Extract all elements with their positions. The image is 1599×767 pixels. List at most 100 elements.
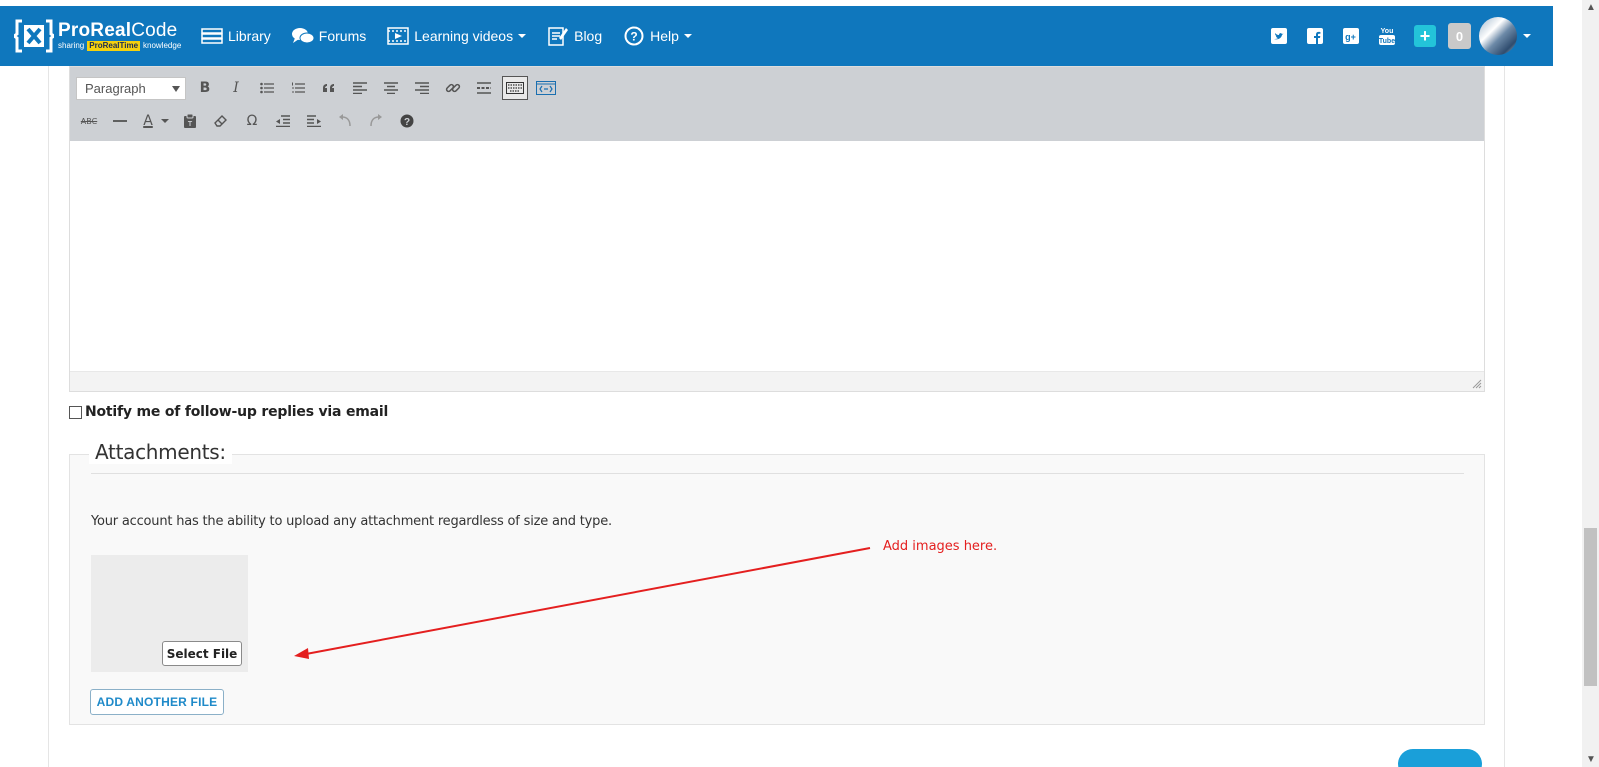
align-left-button[interactable] — [347, 76, 373, 100]
toolbar-toggle-button[interactable] — [502, 76, 528, 100]
link-icon — [445, 83, 461, 93]
clipboard-icon: T — [184, 113, 196, 128]
format-select[interactable]: Paragraph — [76, 76, 186, 100]
align-center-button[interactable] — [378, 76, 404, 100]
align-right-button[interactable] — [409, 76, 435, 100]
bold-button[interactable]: B — [192, 76, 218, 100]
special-character-button[interactable]: Ω — [239, 109, 265, 133]
paste-text-button[interactable]: T — [177, 109, 203, 133]
distraction-free-button[interactable] — [533, 76, 559, 100]
svg-text:T: T — [188, 121, 193, 128]
horizontal-line-icon — [113, 120, 127, 122]
site-logo[interactable]: ProRealCode sharing ProRealTime knowledg… — [11, 16, 182, 56]
nav-forums[interactable]: Forums — [291, 26, 366, 46]
svg-text:g+: g+ — [1345, 32, 1356, 42]
chevron-down-icon — [172, 85, 180, 92]
scroll-up-arrow-icon[interactable]: ▲ — [1586, 2, 1596, 13]
chevron-down-icon — [161, 119, 169, 123]
fullscreen-icon — [536, 81, 556, 95]
notify-label: Notify me of follow-up replies via email — [85, 404, 389, 420]
facebook-icon[interactable] — [1306, 27, 1324, 45]
nav-learning-videos-label: Learning videos — [414, 28, 514, 44]
bullet-list-button[interactable] — [254, 76, 280, 100]
logo-mark-icon — [11, 19, 57, 53]
notify-checkbox[interactable] — [69, 405, 82, 419]
blockquote-icon — [323, 84, 334, 92]
nav-blog[interactable]: Blog — [546, 26, 602, 46]
nav-learning-videos[interactable]: Learning videos — [386, 26, 527, 46]
text-color-icon: A — [143, 113, 153, 129]
help-icon: ? — [622, 26, 646, 46]
twitter-icon[interactable] — [1270, 27, 1288, 45]
clear-formatting-button[interactable] — [208, 109, 234, 133]
bold-icon: B — [199, 80, 211, 96]
video-icon — [386, 26, 410, 46]
notify-replies-option[interactable]: Notify me of follow-up replies via email — [69, 404, 388, 420]
add-content-button[interactable]: + — [1414, 25, 1436, 47]
toolbar-row-2: ABC A T Ω ? — [76, 109, 425, 133]
editor-content-area[interactable] — [70, 141, 1484, 371]
redo-button[interactable] — [363, 109, 389, 133]
nav-library-label: Library — [228, 28, 271, 44]
avatar[interactable] — [1479, 17, 1517, 55]
strikethrough-button[interactable]: ABC — [76, 109, 102, 133]
add-another-file-button[interactable]: ADD ANOTHER FILE — [90, 689, 224, 715]
header-actions: g+ You Tube + 0 — [1252, 6, 1531, 66]
svg-text:?: ? — [630, 30, 637, 44]
insert-link-button[interactable] — [440, 76, 466, 100]
italic-button[interactable]: I — [223, 76, 249, 100]
blockquote-button[interactable] — [316, 76, 342, 100]
undo-button[interactable] — [332, 109, 358, 133]
svg-text:You: You — [1381, 28, 1394, 35]
logo-title-light: Code — [131, 20, 178, 41]
plus-icon: + — [1419, 25, 1431, 46]
scroll-thumb[interactable] — [1584, 528, 1597, 686]
keyboard-icon — [506, 82, 524, 94]
text-color-button[interactable]: A — [138, 109, 158, 133]
align-left-icon — [353, 82, 367, 94]
scroll-down-arrow-icon[interactable]: ▼ — [1586, 754, 1596, 765]
notification-count-badge[interactable]: 0 — [1448, 23, 1471, 49]
indent-button[interactable] — [301, 109, 327, 133]
undo-icon — [339, 114, 351, 127]
select-file-button[interactable]: Select File — [162, 641, 242, 666]
eraser-icon — [214, 115, 227, 127]
align-right-icon — [415, 82, 429, 94]
omega-icon: Ω — [246, 113, 258, 129]
format-select-value: Paragraph — [85, 80, 146, 96]
toolbar-row-1: Paragraph B I — [76, 76, 564, 100]
logo-title-bold: ProReal — [58, 20, 132, 41]
google-plus-icon[interactable]: g+ — [1342, 27, 1360, 45]
chevron-down-icon — [683, 34, 692, 38]
italic-icon: I — [233, 80, 239, 96]
outdent-button[interactable] — [270, 109, 296, 133]
chevron-down-icon — [518, 34, 527, 38]
file-upload-dropzone[interactable]: Select File — [91, 555, 248, 672]
redo-icon — [370, 114, 382, 127]
attachments-info-text: Your account has the ability to upload a… — [91, 514, 612, 529]
logo-sub-right: knowledge — [143, 41, 182, 50]
editor-toolbar: Paragraph B I ABC A T Ω ? — [70, 67, 1484, 141]
numbered-list-button[interactable] — [285, 76, 311, 100]
nav-library[interactable]: Library — [200, 26, 271, 46]
keyboard-shortcuts-button[interactable]: ? — [394, 109, 420, 133]
text-color-dropdown[interactable] — [158, 109, 172, 133]
forums-icon — [291, 26, 315, 46]
strikethrough-icon: ABC — [80, 116, 98, 126]
editor-statusbar — [70, 371, 1484, 391]
youtube-icon[interactable]: You Tube — [1378, 27, 1396, 45]
nav-help[interactable]: ? Help — [622, 26, 692, 46]
page-scrollbar[interactable]: ▲ ▼ — [1582, 0, 1599, 767]
library-icon — [200, 26, 224, 46]
nav-forums-label: Forums — [318, 28, 367, 44]
blog-icon — [546, 26, 570, 46]
submit-button[interactable] — [1398, 749, 1482, 767]
bullet-list-icon — [260, 82, 274, 94]
read-more-icon — [477, 82, 491, 94]
horizontal-line-button[interactable] — [107, 109, 133, 133]
read-more-button[interactable] — [471, 76, 497, 100]
align-center-icon — [384, 82, 398, 94]
chevron-down-icon[interactable] — [1523, 34, 1531, 38]
resize-handle-icon[interactable] — [1472, 379, 1482, 389]
rich-text-editor: Paragraph B I ABC A T Ω ? — [69, 66, 1485, 392]
